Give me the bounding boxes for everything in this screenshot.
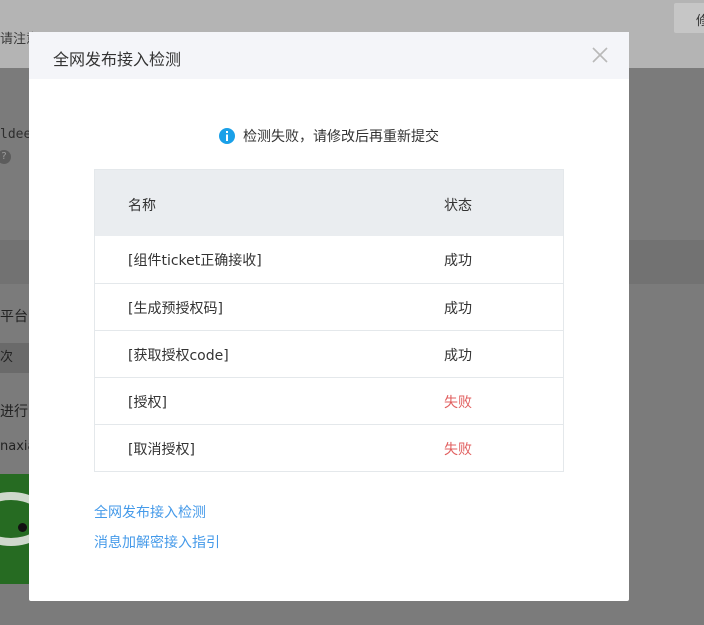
background-platform-label: 平台	[0, 309, 28, 325]
table-header: 名称 状态	[95, 170, 563, 236]
decrypt-guide-link[interactable]: 消息加解密接入指引	[94, 532, 220, 552]
background-proceed-text: 进行	[0, 404, 28, 420]
row-status: 失败	[444, 442, 472, 458]
status-message: 检测失败，请修改后再重新提交	[29, 126, 629, 146]
status-message-text: 检测失败，请修改后再重新提交	[243, 129, 439, 145]
qrcode-dot-shape	[18, 523, 27, 532]
row-name: [授权]	[128, 395, 167, 411]
info-icon	[219, 128, 235, 144]
dialog-header: 全网发布接入检测	[29, 32, 629, 79]
table-row: [生成预授权码] 成功	[95, 283, 563, 330]
row-name: [获取授权code]	[128, 348, 229, 364]
publish-check-dialog: 全网发布接入检测 检测失败，请修改后再重新提交 名称 状态 [组件ticket正…	[29, 32, 629, 601]
table-row: [获取授权code] 成功	[95, 330, 563, 377]
table-row: [取消授权] 失败	[95, 424, 563, 471]
background-qrcode-image	[0, 474, 30, 584]
table-row: [授权] 失败	[95, 377, 563, 424]
table-body: [组件ticket正确接收] 成功 [生成预授权码] 成功 [获取授权code]…	[95, 236, 563, 471]
background-app-id: ldee	[0, 127, 32, 142]
row-status: 成功	[444, 348, 472, 364]
row-status: 成功	[444, 301, 472, 317]
row-name: [取消授权]	[128, 442, 195, 458]
row-status: 成功	[444, 253, 472, 269]
row-name: [生成预授权码]	[128, 301, 223, 317]
close-icon[interactable]	[590, 45, 610, 65]
table-row: [组件ticket正确接收] 成功	[95, 236, 563, 283]
header-name: 名称	[128, 198, 156, 214]
header-status: 状态	[444, 198, 472, 214]
check-results-table: 名称 状态 [组件ticket正确接收] 成功 [生成预授权码] 成功 [获取授…	[94, 169, 564, 472]
dialog-title: 全网发布接入检测	[53, 50, 182, 69]
row-name: [组件ticket正确接收]	[128, 253, 262, 269]
publish-check-link[interactable]: 全网发布接入检测	[94, 502, 206, 522]
qrcode-ring-shape	[0, 492, 30, 546]
background-tab: 次	[0, 343, 30, 373]
background-corner-button[interactable]: 修	[674, 3, 704, 33]
row-status: 失败	[444, 395, 472, 411]
